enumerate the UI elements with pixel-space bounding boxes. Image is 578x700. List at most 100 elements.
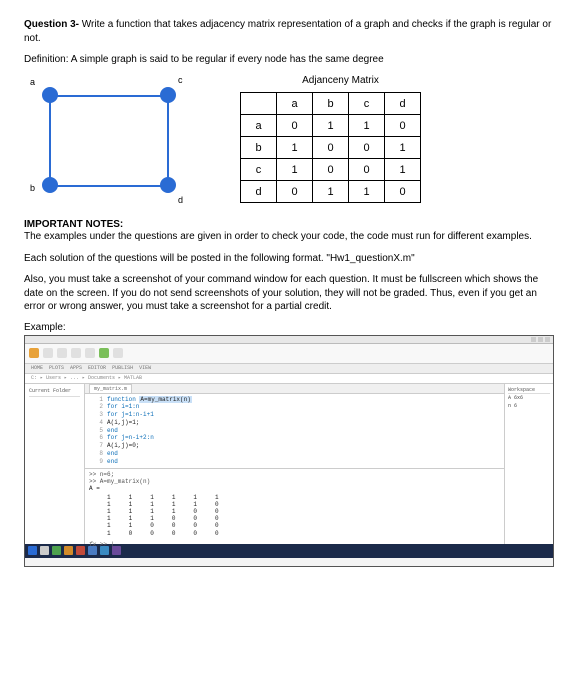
window-titlebar bbox=[25, 336, 553, 344]
figure-row: a c b d Adjanceny Matrix a b c d a 0 1 bbox=[24, 75, 554, 205]
new-icon[interactable] bbox=[29, 348, 39, 358]
adj-cell: 0 bbox=[313, 159, 349, 181]
adj-cell: 1 bbox=[313, 181, 349, 203]
example-label: Example: bbox=[24, 322, 554, 333]
open-icon[interactable] bbox=[43, 348, 53, 358]
adj-cell: 0 bbox=[385, 115, 421, 137]
notes-p1: The examples under the questions are giv… bbox=[24, 230, 554, 244]
adj-cell: 0 bbox=[385, 181, 421, 203]
question-prompt: Question 3- Write a function that takes … bbox=[24, 18, 554, 46]
matrix-title: Adjanceny Matrix bbox=[260, 75, 421, 86]
taskbar-search-icon[interactable] bbox=[40, 546, 49, 555]
adj-cell: 1 bbox=[277, 137, 313, 159]
cmd-matrix-output: 1 1 1 1 1 1 1 1 1 1 1 0 1 1 1 1 0 0 1 1 … bbox=[89, 494, 500, 537]
taskbar-app-icon[interactable] bbox=[52, 546, 61, 555]
question-number: Question 3- bbox=[24, 19, 79, 30]
adj-col-d: d bbox=[385, 93, 421, 115]
node-label-a: a bbox=[30, 77, 35, 87]
adjacency-matrix-block: Adjanceny Matrix a b c d a 0 1 1 0 b 1 0… bbox=[240, 75, 421, 203]
window-close-icon[interactable] bbox=[545, 337, 550, 342]
screenshot-body: Current Folder my_matrix.m 1 2 3 4 5 6 7… bbox=[25, 384, 553, 544]
workspace-title: Workspace bbox=[508, 387, 550, 394]
save-icon[interactable] bbox=[57, 348, 67, 358]
ribbon-tab[interactable]: VIEW bbox=[139, 365, 151, 371]
taskbar-app-icon[interactable] bbox=[88, 546, 97, 555]
node-label-d: d bbox=[178, 195, 183, 205]
adj-col-c: c bbox=[349, 93, 385, 115]
workspace-panel: Workspace A 6x6 n 6 bbox=[505, 384, 553, 544]
adj-cell: 1 bbox=[349, 115, 385, 137]
ribbon-tab[interactable]: PLOTS bbox=[49, 365, 64, 371]
adj-cell: 1 bbox=[313, 115, 349, 137]
adj-blank-cell bbox=[241, 93, 277, 115]
adj-cell: 1 bbox=[349, 181, 385, 203]
path-bar[interactable]: C: ▸ Users ▸ ... ▸ Documents ▸ MATLAB bbox=[25, 374, 553, 384]
node-c bbox=[160, 87, 176, 103]
adj-row-c: c bbox=[241, 159, 277, 181]
example-screenshot: HOME PLOTS APPS EDITOR PUBLISH VIEW C: ▸… bbox=[24, 335, 554, 567]
run-icon[interactable] bbox=[99, 348, 109, 358]
adj-cell: 1 bbox=[385, 137, 421, 159]
edge-ac bbox=[51, 95, 167, 97]
edge-ab bbox=[49, 96, 51, 186]
edge-bd bbox=[51, 185, 167, 187]
ribbon-tab[interactable]: APPS bbox=[70, 365, 82, 371]
current-folder-title: Current Folder bbox=[29, 388, 80, 397]
edge-cd bbox=[167, 96, 169, 186]
ribbon-tabs: HOME PLOTS APPS EDITOR PUBLISH VIEW bbox=[25, 364, 553, 374]
ribbon-tab[interactable]: HOME bbox=[31, 365, 43, 371]
adj-col-b: b bbox=[313, 93, 349, 115]
ribbon-tab[interactable]: EDITOR bbox=[88, 365, 106, 371]
current-folder-panel: Current Folder bbox=[25, 384, 85, 544]
find-icon[interactable] bbox=[71, 348, 81, 358]
workspace-row[interactable]: A 6x6 bbox=[508, 394, 550, 402]
current-folder-body[interactable] bbox=[29, 401, 80, 540]
window-max-icon[interactable] bbox=[538, 337, 543, 342]
ribbon-tab[interactable]: PUBLISH bbox=[112, 365, 133, 371]
adjacency-table: a b c d a 0 1 1 0 b 1 0 0 1 c 1 bbox=[240, 92, 421, 203]
indent-icon[interactable] bbox=[85, 348, 95, 358]
workspace-row[interactable]: n 6 bbox=[508, 402, 550, 410]
node-d bbox=[160, 177, 176, 193]
taskbar-start-icon[interactable] bbox=[28, 546, 37, 555]
taskbar-app-icon[interactable] bbox=[76, 546, 85, 555]
editor-tab[interactable]: my_matrix.m bbox=[89, 384, 132, 393]
node-b bbox=[42, 177, 58, 193]
node-label-c: c bbox=[178, 75, 183, 85]
notes-p3: Also, you must take a screenshot of your… bbox=[24, 273, 554, 314]
definition-text: Definition: A simple graph is said to be… bbox=[24, 54, 554, 65]
code-lines: function A=my_matrix(n) for i=1:n for j=… bbox=[107, 396, 192, 466]
notes-heading: IMPORTANT NOTES: bbox=[24, 219, 554, 230]
taskbar-app-icon[interactable] bbox=[112, 546, 121, 555]
line-gutter: 1 2 3 4 5 6 7 8 9 bbox=[87, 396, 107, 466]
adj-cell: 1 bbox=[385, 159, 421, 181]
adj-col-a: a bbox=[277, 93, 313, 115]
cmd-var: A = bbox=[89, 485, 500, 492]
adj-cell: 0 bbox=[277, 181, 313, 203]
cmd-line: >> n=6; bbox=[89, 471, 500, 478]
adj-row-b: b bbox=[241, 137, 277, 159]
important-notes: IMPORTANT NOTES: The examples under the … bbox=[24, 219, 554, 314]
graph-diagram: a c b d bbox=[30, 75, 200, 205]
code-area[interactable]: 1 2 3 4 5 6 7 8 9 function A=my_matrix(n… bbox=[85, 394, 504, 468]
cmd-prompt[interactable]: fx >> | bbox=[89, 541, 500, 548]
adj-cell: 0 bbox=[313, 137, 349, 159]
notes-p2: Each solution of the questions will be p… bbox=[24, 252, 554, 266]
editor-tabs: my_matrix.m bbox=[85, 384, 504, 394]
command-window[interactable]: >> n=6; >> A=my_matrix(n) A = 1 1 1 1 1 … bbox=[85, 468, 504, 550]
adj-cell: 1 bbox=[277, 159, 313, 181]
adj-cell: 0 bbox=[349, 159, 385, 181]
window-min-icon[interactable] bbox=[531, 337, 536, 342]
question-body: Write a function that takes adjacency ma… bbox=[24, 19, 551, 44]
node-label-b: b bbox=[30, 183, 35, 193]
path-text: C: ▸ Users ▸ ... ▸ Documents ▸ MATLAB bbox=[31, 375, 142, 381]
editor-panel: my_matrix.m 1 2 3 4 5 6 7 8 9 function A… bbox=[85, 384, 505, 544]
adj-row-d: d bbox=[241, 181, 277, 203]
run-section-icon[interactable] bbox=[113, 348, 123, 358]
toolstrip bbox=[25, 344, 553, 364]
cmd-line: >> A=my_matrix(n) bbox=[89, 478, 500, 485]
adj-cell: 0 bbox=[349, 137, 385, 159]
adj-cell: 0 bbox=[277, 115, 313, 137]
taskbar-app-icon[interactable] bbox=[100, 546, 109, 555]
taskbar-app-icon[interactable] bbox=[64, 546, 73, 555]
